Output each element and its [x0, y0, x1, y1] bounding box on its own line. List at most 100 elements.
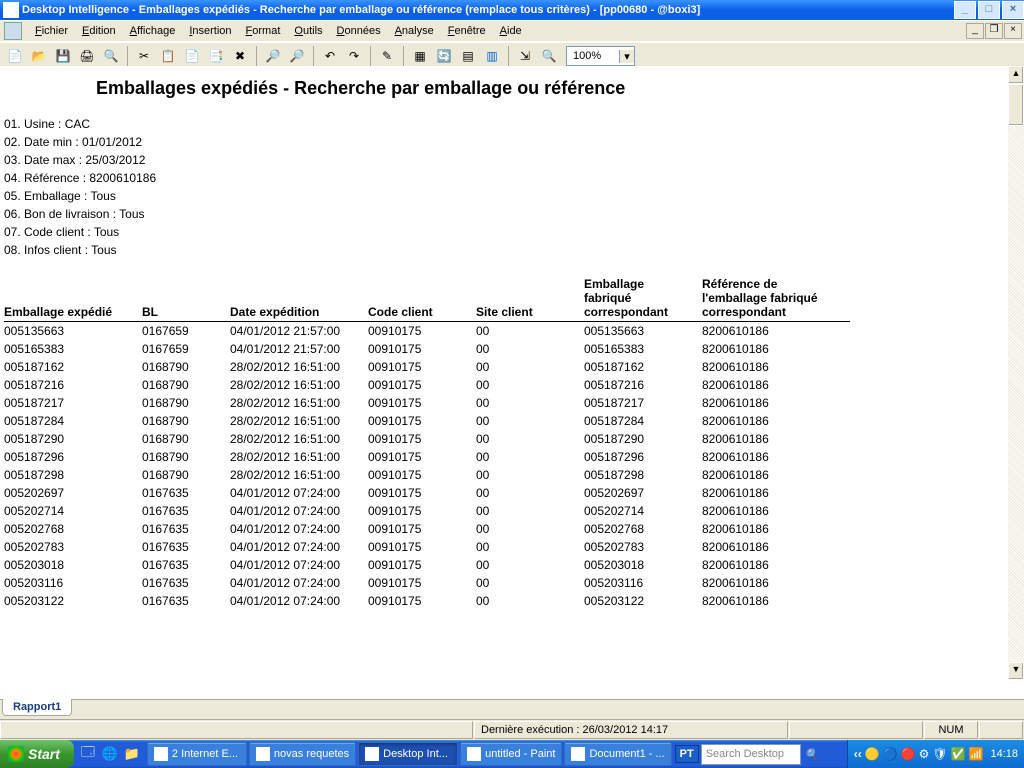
clock[interactable]: 14:18 — [990, 748, 1018, 760]
refresh-icon[interactable]: 🔄 — [433, 45, 455, 67]
table-cell: 005203018 — [584, 556, 702, 574]
table-row: 005203122016763504/01/2012 07:24:0000910… — [4, 592, 850, 610]
table-cell: 005187216 — [584, 376, 702, 394]
redo-icon[interactable]: ↷ — [343, 45, 365, 67]
table-cell: 04/01/2012 21:57:00 — [230, 322, 368, 341]
taskbar-task[interactable]: Desktop Int... — [358, 742, 458, 766]
table-cell: 00 — [476, 592, 584, 610]
tab-rapport1[interactable]: Rapport1 — [2, 699, 72, 716]
statusbar: Dernière exécution : 26/03/2012 14:17 NU… — [0, 719, 1024, 740]
mdi-minimize-button[interactable]: _ — [966, 23, 984, 39]
taskbar-task[interactable]: 2 Internet E... — [147, 742, 247, 766]
table-row: 005187284016879028/02/2012 16:51:0000910… — [4, 412, 850, 430]
table-cell: 00 — [476, 538, 584, 556]
language-indicator[interactable]: PT — [675, 745, 699, 763]
scroll-track[interactable] — [1008, 126, 1024, 662]
table-cell: 005202783 — [584, 538, 702, 556]
table-cell: 00910175 — [368, 556, 476, 574]
col-site-client: Site client — [476, 275, 584, 322]
table-cell: 00910175 — [368, 394, 476, 412]
tray-expand-icon[interactable]: ‹‹ — [854, 747, 862, 761]
table-icon[interactable]: ▦ — [409, 45, 431, 67]
start-button[interactable]: Start — [0, 740, 74, 768]
chevron-down-icon[interactable]: ▾ — [619, 50, 634, 63]
tray-icon[interactable]: 🛡 — [932, 747, 947, 761]
vertical-scrollbar[interactable]: ▲ ▼ — [1008, 66, 1024, 680]
table-cell: 8200610186 — [702, 340, 850, 358]
search-icon[interactable]: 🔍 — [805, 748, 819, 761]
new-icon[interactable]: 📄 — [4, 45, 26, 67]
preview-icon[interactable]: 🔍 — [100, 45, 122, 67]
show-desktop-icon[interactable]: 🗔 — [78, 743, 98, 765]
table-cell: 0167635 — [142, 502, 230, 520]
taskbar-task[interactable]: untitled - Paint — [460, 742, 562, 766]
table-cell: 00 — [476, 430, 584, 448]
tray-icon[interactable]: ✅ — [951, 747, 966, 761]
table-cell: 00 — [476, 502, 584, 520]
close-button[interactable]: × — [1002, 1, 1024, 19]
menu-fenetre[interactable]: Fenêtre — [441, 23, 493, 39]
undo-icon[interactable]: ↶ — [319, 45, 341, 67]
paste-icon[interactable]: 📄 — [181, 45, 203, 67]
columns-icon[interactable]: ▥ — [481, 45, 503, 67]
table-row: 005187290016879028/02/2012 16:51:0000910… — [4, 430, 850, 448]
taskbar-task[interactable]: Document1 - ... — [564, 742, 671, 766]
table-cell: 8200610186 — [702, 520, 850, 538]
table-cell: 8200610186 — [702, 466, 850, 484]
tray-icon[interactable]: 🟡 — [865, 747, 880, 761]
scroll-down-icon[interactable]: ▼ — [1008, 662, 1024, 680]
table-cell: 8200610186 — [702, 502, 850, 520]
menu-fichier[interactable]: Fichier — [28, 23, 75, 39]
find-next-icon[interactable]: 🔎 — [286, 45, 308, 67]
taskbar-task[interactable]: novas requetes — [249, 742, 356, 766]
cut-icon[interactable]: ✂ — [133, 45, 155, 67]
tray-icon[interactable]: 🔴 — [901, 747, 916, 761]
tray-icon[interactable]: ⚙ — [919, 747, 930, 761]
open-icon[interactable]: 📂 — [28, 45, 50, 67]
table-cell: 0167635 — [142, 538, 230, 556]
structure-icon[interactable]: ▤ — [457, 45, 479, 67]
explorer-icon[interactable]: 📁 — [122, 743, 142, 765]
param-line: 06. Bon de livraison : Tous — [4, 207, 1024, 221]
table-cell: 005165383 — [584, 340, 702, 358]
table-cell: 0168790 — [142, 448, 230, 466]
menu-format[interactable]: Format — [239, 23, 288, 39]
paste-special-icon[interactable]: 📑 — [205, 45, 227, 67]
menu-insertion[interactable]: Insertion — [182, 23, 238, 39]
ie-icon[interactable]: 🌐 — [100, 743, 120, 765]
start-label: Start — [28, 746, 60, 762]
menu-aide[interactable]: Aide — [493, 23, 529, 39]
table-cell: 0168790 — [142, 394, 230, 412]
find-icon[interactable]: 🔎 — [262, 45, 284, 67]
table-cell: 8200610186 — [702, 430, 850, 448]
scroll-thumb[interactable] — [1008, 84, 1024, 126]
menu-outils[interactable]: Outils — [287, 23, 329, 39]
table-cell: 00910175 — [368, 430, 476, 448]
copy-icon[interactable]: 📋 — [157, 45, 179, 67]
mdi-close-button[interactable]: × — [1004, 23, 1022, 39]
edit-query-icon[interactable]: ✎ — [376, 45, 398, 67]
table-cell: 28/02/2012 16:51:00 — [230, 358, 368, 376]
delete-icon[interactable]: ✖ — [229, 45, 251, 67]
table-cell: 0167635 — [142, 484, 230, 502]
mdi-restore-button[interactable]: ❐ — [985, 23, 1003, 39]
menu-donnees[interactable]: Données — [330, 23, 388, 39]
zoom-icon[interactable]: 🔍 — [538, 45, 560, 67]
zoom-combo[interactable]: ▾ — [566, 46, 635, 66]
tray-icon[interactable]: 🔵 — [883, 747, 898, 761]
drill-icon[interactable]: ⇲ — [514, 45, 536, 67]
menu-edition[interactable]: Edition — [75, 23, 123, 39]
tray-icon[interactable]: 📶 — [969, 747, 984, 761]
data-table: Emballage expédié BL Date expédition Cod… — [4, 275, 850, 610]
zoom-input[interactable] — [571, 49, 615, 63]
table-row: 005187162016879028/02/2012 16:51:0000910… — [4, 358, 850, 376]
maximize-button[interactable]: □ — [978, 1, 1000, 19]
search-input[interactable]: Search Desktop — [701, 744, 801, 765]
minimize-button[interactable]: _ — [954, 1, 976, 19]
menu-affichage[interactable]: Affichage — [123, 23, 183, 39]
scroll-up-icon[interactable]: ▲ — [1008, 66, 1024, 84]
table-cell: 00910175 — [368, 322, 476, 341]
save-icon[interactable]: 💾 — [52, 45, 74, 67]
print-icon[interactable]: 🖨 — [76, 45, 98, 67]
menu-analyse[interactable]: Analyse — [388, 23, 441, 39]
